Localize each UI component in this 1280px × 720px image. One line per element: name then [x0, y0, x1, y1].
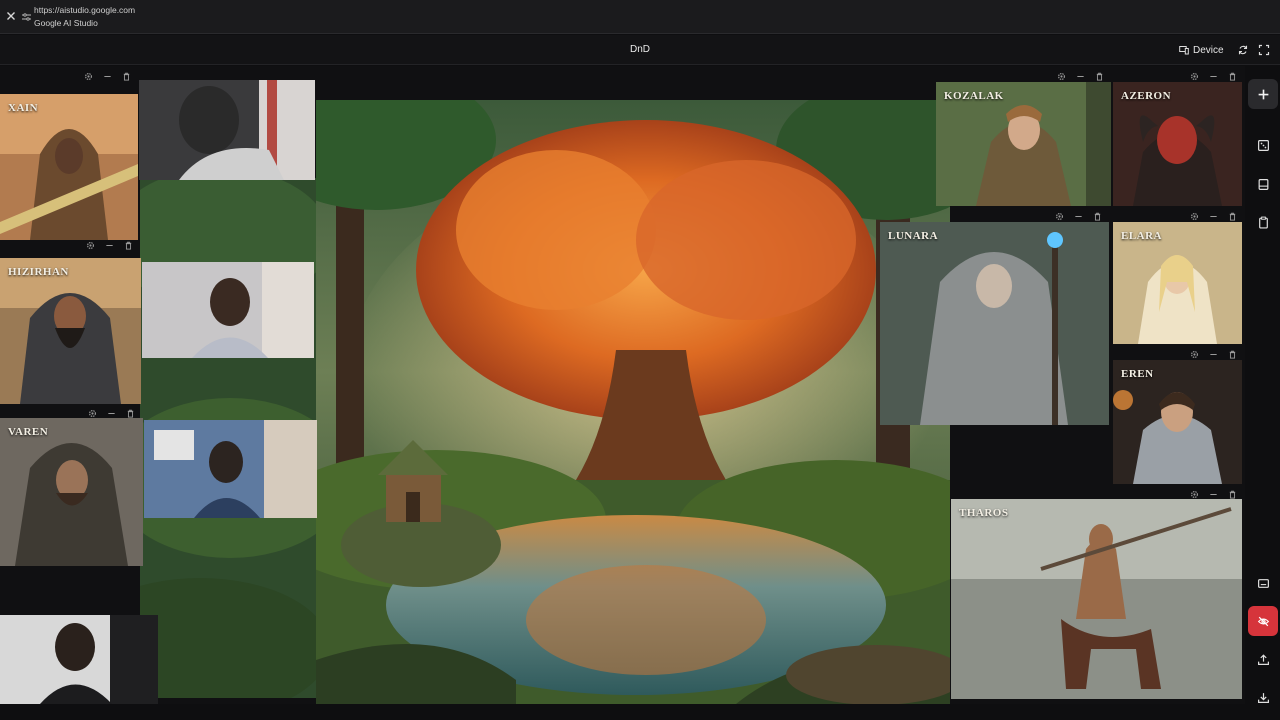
elara-panel-toolbar — [1190, 209, 1237, 223]
browser-site-title: Google AI Studio — [34, 18, 98, 28]
bottom-bar — [0, 704, 1245, 720]
minimize-icon[interactable] — [107, 409, 116, 418]
character-name-azeron: AZERON — [1121, 90, 1172, 102]
device-button[interactable]: Device — [1179, 43, 1224, 57]
gear-icon[interactable] — [1190, 350, 1199, 359]
plus-icon — [1258, 89, 1268, 99]
gear-icon[interactable] — [1190, 490, 1199, 499]
caption-icon — [1257, 578, 1269, 588]
azeron-portrait-panel[interactable]: AZERON — [1113, 82, 1242, 206]
xain-panel-toolbar — [84, 69, 131, 83]
minimize-icon[interactable] — [1074, 212, 1083, 221]
gear-icon[interactable] — [88, 409, 97, 418]
dice-button[interactable] — [1248, 130, 1278, 160]
minimize-icon[interactable] — [1209, 72, 1218, 81]
character-name-tharos: THAROS — [959, 507, 1009, 519]
download-icon — [1257, 692, 1269, 703]
gear-icon[interactable] — [1190, 212, 1199, 221]
gear-icon[interactable] — [1057, 72, 1066, 81]
azeron-panel-toolbar — [1190, 69, 1237, 83]
player-webcam-2 — [142, 262, 314, 358]
close-icon[interactable] — [5, 10, 17, 22]
trash-icon[interactable] — [126, 409, 135, 418]
device-label: Device — [1193, 44, 1224, 56]
tharos-portrait — [951, 499, 1242, 699]
minimize-icon[interactable] — [103, 72, 112, 81]
device-icon — [1179, 46, 1189, 55]
trash-icon[interactable] — [1228, 350, 1237, 359]
varen-portrait-panel[interactable]: VAREN — [0, 418, 143, 566]
minimize-icon[interactable] — [1209, 350, 1218, 359]
gear-icon[interactable] — [86, 241, 95, 250]
window-icon — [1258, 178, 1268, 190]
right-toolbar — [1245, 66, 1280, 720]
minimize-icon[interactable] — [1209, 490, 1218, 499]
character-name-eren: EREN — [1121, 368, 1154, 380]
character-name-hizirhan: HIZIRHAN — [8, 266, 69, 278]
add-button[interactable] — [1248, 79, 1278, 109]
elara-portrait-panel[interactable]: ELARA — [1113, 222, 1242, 344]
dice-icon — [1257, 139, 1269, 151]
fullscreen-icon[interactable] — [1258, 44, 1270, 56]
clipboard-icon — [1258, 216, 1268, 229]
minimize-icon[interactable] — [1076, 72, 1085, 81]
window-button[interactable] — [1248, 169, 1278, 199]
character-name-elara: ELARA — [1121, 230, 1163, 242]
page-title: DnD — [629, 44, 650, 55]
upload-button[interactable] — [1248, 644, 1278, 674]
kozalak-portrait-panel[interactable]: KOZALAK — [936, 82, 1111, 206]
lunara-panel-toolbar — [1055, 209, 1102, 223]
site-settings-icon[interactable] — [22, 13, 31, 21]
trash-icon[interactable] — [1095, 72, 1104, 81]
lunara-portrait-panel[interactable]: LUNARA — [880, 222, 1109, 425]
game-stage: XAIN HIZIRHAN VAREN KOZALAK AZERON LUNAR… — [0, 66, 1245, 704]
dm-webcam — [0, 615, 158, 704]
minimize-icon[interactable] — [105, 241, 114, 250]
browser-url[interactable]: https://aistudio.google.com — [34, 5, 135, 15]
lunara-portrait — [880, 222, 1109, 425]
trash-icon[interactable] — [124, 241, 133, 250]
character-name-kozalak: KOZALAK — [944, 90, 1004, 102]
hizirhan-panel-toolbar — [86, 238, 133, 252]
trash-icon[interactable] — [1228, 212, 1237, 221]
gear-icon[interactable] — [1190, 72, 1199, 81]
trash-icon[interactable] — [1228, 72, 1237, 81]
character-name-lunara: LUNARA — [888, 230, 939, 242]
character-name-varen: VAREN — [8, 426, 49, 438]
kozalak-panel-toolbar — [1057, 69, 1104, 83]
gear-icon[interactable] — [1055, 212, 1064, 221]
trash-icon[interactable] — [1093, 212, 1102, 221]
character-name-xain: XAIN — [8, 102, 39, 114]
varen-portrait — [0, 418, 143, 566]
app-header: DnD Device — [0, 35, 1280, 65]
hizirhan-portrait — [0, 258, 141, 404]
caption-button[interactable] — [1248, 568, 1278, 598]
eren-portrait-panel[interactable]: EREN — [1113, 360, 1242, 484]
download-button[interactable] — [1248, 682, 1278, 712]
tharos-portrait-panel[interactable]: THAROS — [951, 499, 1242, 699]
xain-portrait-panel[interactable]: XAIN — [0, 94, 138, 240]
hide-button[interactable] — [1248, 606, 1278, 636]
player-webcam-1 — [139, 80, 315, 180]
player-webcam-3 — [144, 420, 317, 518]
forest-scene-image — [316, 100, 950, 704]
browser-bar: https://aistudio.google.com Google AI St… — [0, 0, 1280, 34]
eye-off-icon — [1257, 616, 1269, 626]
gear-icon[interactable] — [84, 72, 93, 81]
xain-portrait — [0, 94, 138, 240]
trash-icon[interactable] — [1228, 490, 1237, 499]
refresh-icon[interactable] — [1237, 44, 1249, 56]
minimize-icon[interactable] — [1209, 212, 1218, 221]
clipboard-button[interactable] — [1248, 207, 1278, 237]
eren-panel-toolbar — [1190, 347, 1237, 361]
upload-icon — [1257, 653, 1269, 665]
hizirhan-portrait-panel[interactable]: HIZIRHAN — [0, 258, 141, 404]
trash-icon[interactable] — [122, 72, 131, 81]
